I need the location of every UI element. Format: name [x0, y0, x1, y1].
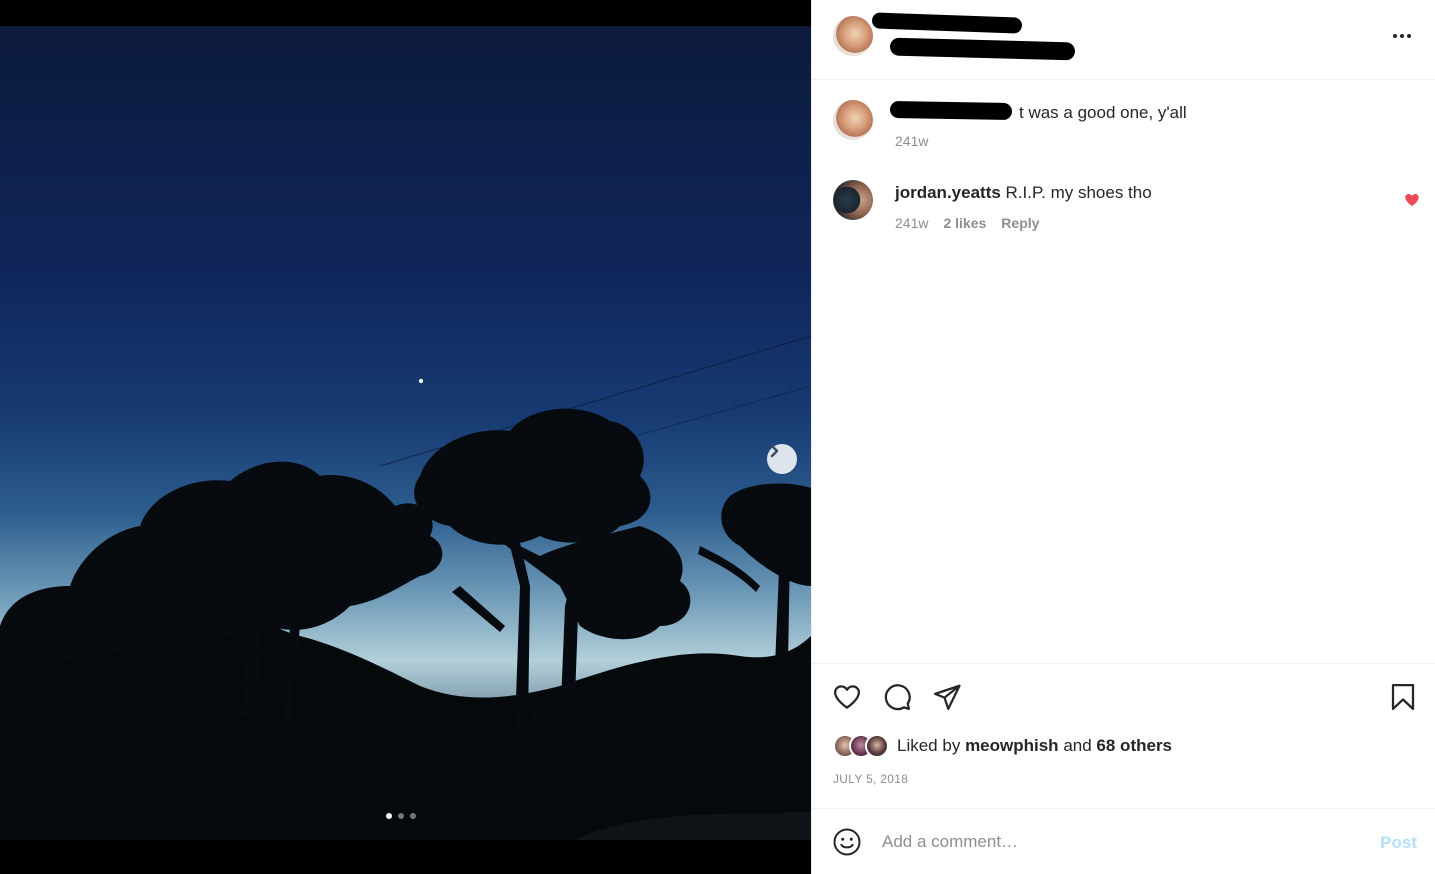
post-photo[interactable] [0, 26, 811, 840]
liked-by-row: Liked by meowphish and 68 others [833, 734, 1172, 758]
post-header [812, 0, 1435, 80]
liked-by-text: Liked by meowphish and 68 others [897, 736, 1172, 756]
comment-likes-count[interactable]: 2 likes [943, 215, 986, 231]
carousel-next-button[interactable] [767, 444, 797, 474]
heart-icon[interactable] [1404, 192, 1420, 208]
post-comment-button[interactable]: Post [1380, 833, 1417, 853]
comment-meta: 241w 2 likes Reply [895, 215, 1039, 231]
carousel-dot [410, 813, 416, 819]
liked-by-username[interactable]: meowphish [965, 736, 1059, 755]
liked-by-prefix: Liked by [897, 736, 961, 755]
redacted-location [889, 37, 1076, 61]
author-avatar[interactable] [833, 16, 873, 56]
post-details-panel: t was a good one, y'all 241w jordan.yeat… [811, 0, 1435, 874]
redacted-caption-username [889, 100, 1013, 121]
caption-meta: 241w [895, 133, 928, 149]
post-date[interactable]: JULY 5, 2018 [833, 772, 908, 786]
like-button[interactable] [832, 682, 862, 712]
share-button[interactable] [932, 682, 962, 712]
emoji-button[interactable] [832, 827, 862, 857]
comment-username[interactable]: jordan.yeatts [895, 183, 1001, 202]
comment-bubble-icon [884, 684, 911, 711]
post-media [0, 0, 811, 874]
ellipsis-icon [1393, 34, 1411, 38]
caption-timestamp[interactable]: 241w [895, 133, 928, 149]
liked-by-others[interactable]: 68 others [1096, 736, 1172, 755]
bookmark-icon [1391, 684, 1415, 710]
comment-timestamp[interactable]: 241w [895, 215, 928, 231]
paper-plane-icon [934, 684, 961, 710]
save-button[interactable] [1388, 682, 1418, 712]
carousel-dot [398, 813, 404, 819]
heart-icon [834, 685, 860, 709]
redacted-username [871, 12, 1023, 34]
comment-text: R.I.P. my shoes tho [1005, 183, 1152, 202]
commenter-avatar[interactable] [833, 180, 873, 220]
post-action-bar: Liked by meowphish and 68 others JULY 5,… [812, 663, 1435, 809]
liked-by-joiner: and [1063, 736, 1092, 755]
author-avatar[interactable] [833, 100, 873, 140]
caption-text: t was a good one, y'all [1019, 103, 1187, 122]
comment-reply-button[interactable]: Reply [1001, 215, 1039, 231]
chevron-right-icon [770, 444, 779, 458]
tree-silhouette-image [0, 335, 811, 840]
liker-avatar[interactable] [865, 734, 889, 758]
more-options-button[interactable] [1390, 24, 1414, 48]
comment-input[interactable] [882, 827, 1362, 857]
comment-body: jordan.yeatts R.I.P. my shoes tho [895, 183, 1152, 203]
carousel-dot [386, 813, 392, 819]
comment-composer: Post [812, 808, 1435, 874]
comment-button[interactable] [882, 682, 912, 712]
carousel-indicator [386, 813, 416, 819]
emoji-smile-icon [833, 828, 861, 856]
